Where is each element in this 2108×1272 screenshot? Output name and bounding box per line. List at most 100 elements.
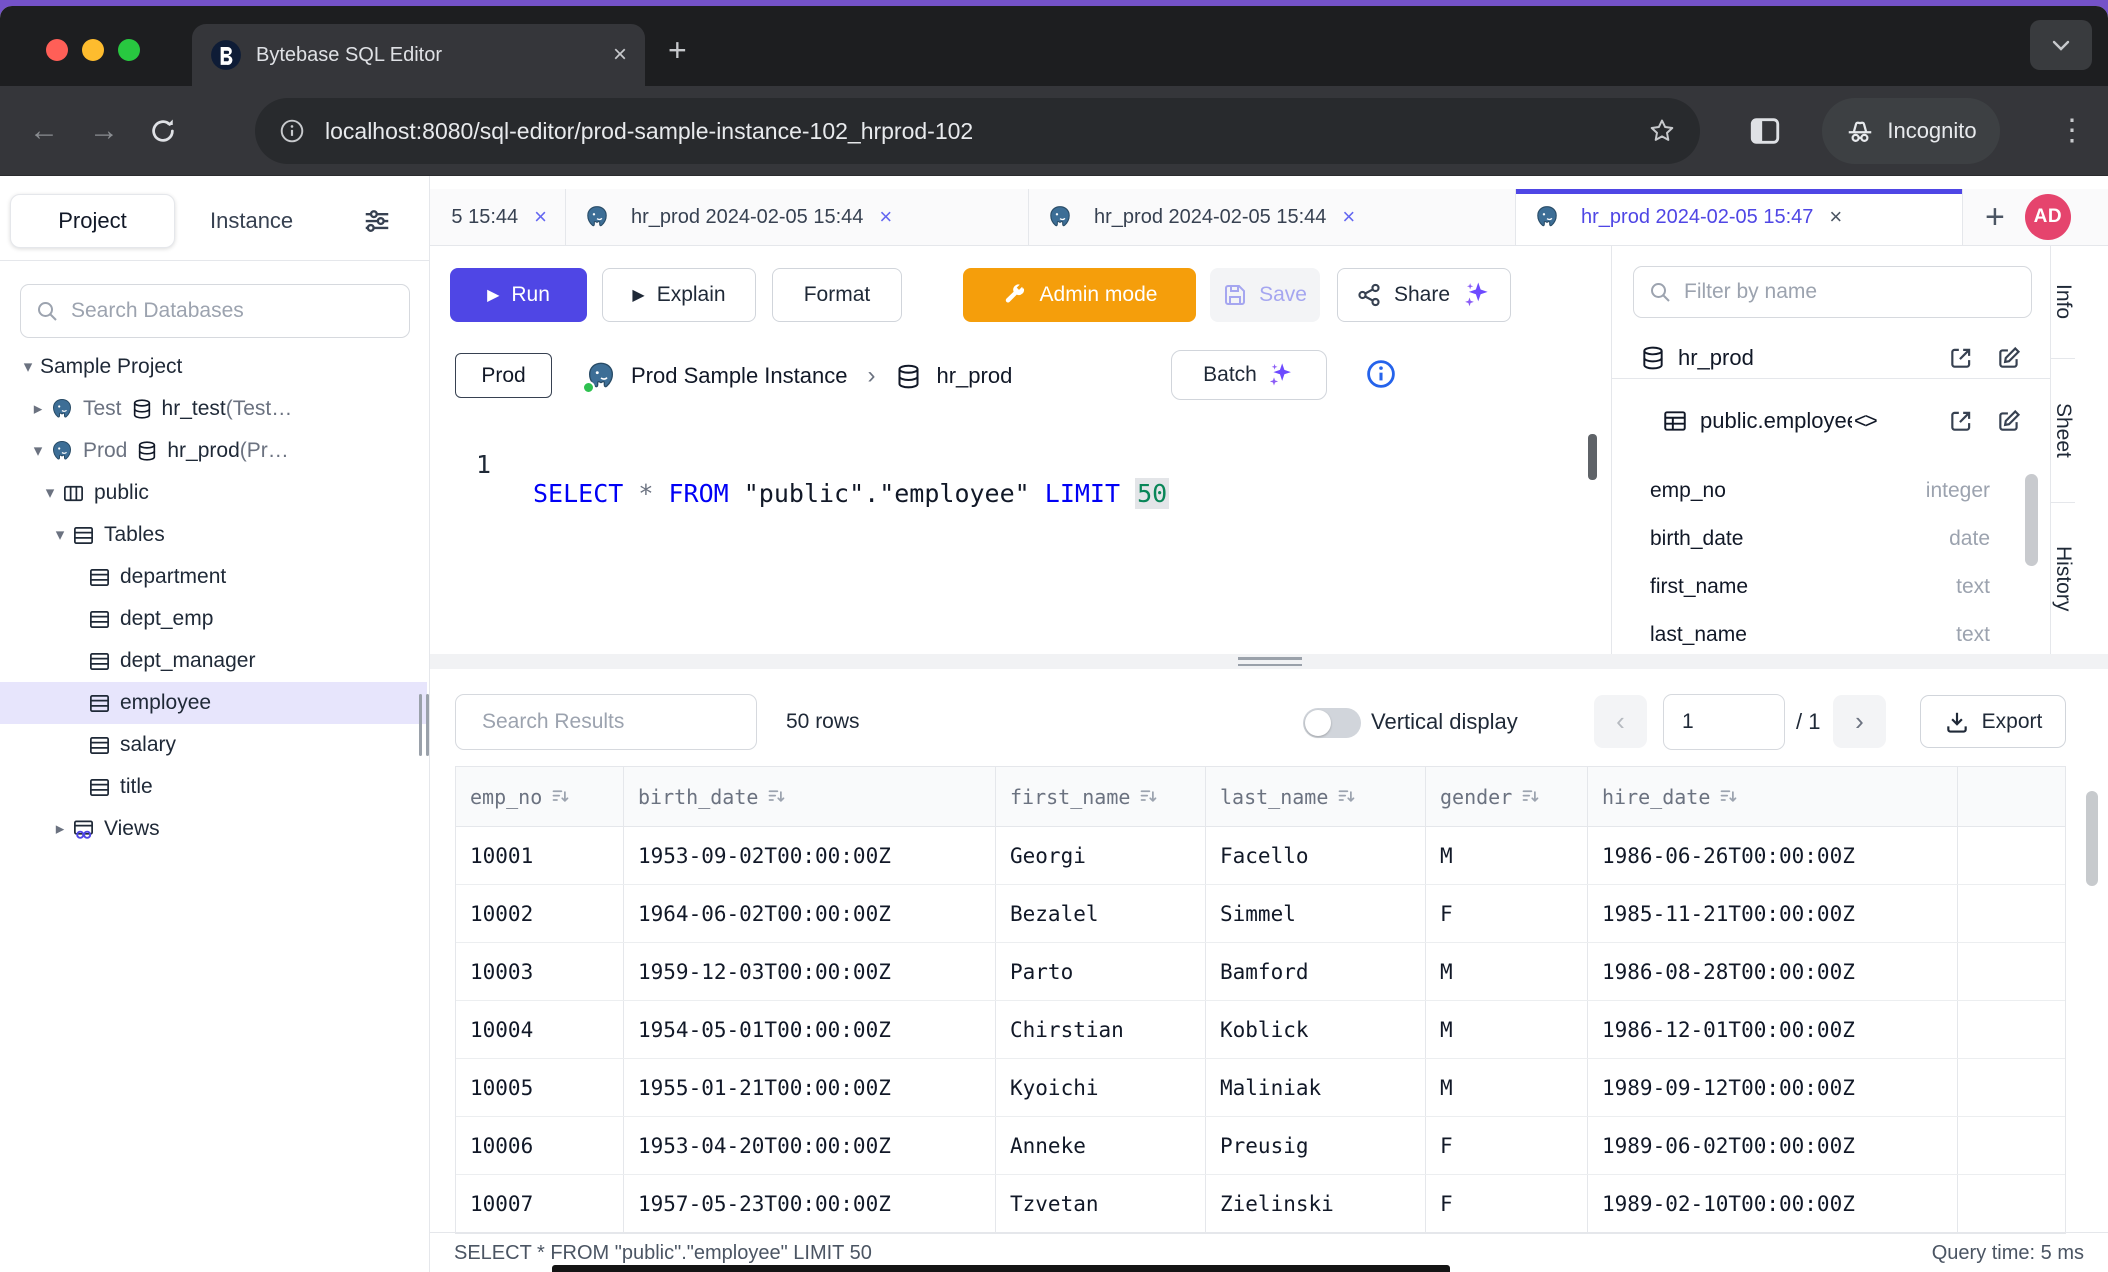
- site-info-icon[interactable]: [279, 118, 305, 144]
- external-link-icon[interactable]: [1948, 345, 1974, 371]
- tree-item-public[interactable]: ▾public: [0, 472, 427, 514]
- tab-search-button[interactable]: [2030, 20, 2092, 70]
- tree-item-department[interactable]: department: [0, 556, 427, 598]
- browser-tab[interactable]: Bytebase SQL Editor ×: [192, 24, 645, 86]
- tab-sheet[interactable]: Sheet: [2051, 359, 2075, 503]
- url-bar[interactable]: localhost:8080/sql-editor/prod-sample-in…: [255, 98, 1700, 164]
- tree-item-dept-manager[interactable]: dept_manager: [0, 640, 427, 682]
- run-button[interactable]: ▶Run: [450, 268, 587, 322]
- explain-button[interactable]: ▶Explain: [602, 268, 756, 322]
- admin-mode-button[interactable]: Admin mode: [963, 268, 1196, 322]
- info-icon[interactable]: [1365, 358, 1397, 390]
- new-tab-button[interactable]: +: [668, 34, 687, 66]
- editor-tab-4[interactable]: hr_prod 2024-02-05 15:47×: [1516, 189, 1963, 245]
- schema-database-row[interactable]: hr_prod: [1612, 332, 2050, 384]
- tree-item-tables[interactable]: ▾Tables: [0, 514, 427, 556]
- code-editor[interactable]: 1 SELECT * FROM "public"."employee" LIMI…: [430, 421, 1611, 537]
- tree-item-dept-emp[interactable]: dept_emp: [0, 598, 427, 640]
- tree-item-title[interactable]: title: [0, 766, 427, 808]
- new-sheet-button[interactable]: +: [1985, 200, 2005, 234]
- schema-table-row[interactable]: public.employee <>: [1612, 395, 2050, 447]
- search-results-input[interactable]: [482, 710, 753, 734]
- caret-down-icon[interactable]: ▾: [16, 357, 40, 377]
- caret-down-icon[interactable]: ▾: [26, 441, 50, 461]
- split-divider[interactable]: [430, 654, 2108, 669]
- column-row-first_name[interactable]: first_nametext: [1612, 563, 2050, 611]
- external-link-icon[interactable]: [1948, 408, 1974, 434]
- tab-history[interactable]: History: [2051, 503, 2075, 655]
- editor-tab-1[interactable]: 5 15:44×: [430, 189, 566, 245]
- tab-instance[interactable]: Instance: [196, 194, 307, 248]
- caret-down-icon[interactable]: ▾: [48, 525, 72, 545]
- tree-item-employee[interactable]: employee: [0, 682, 427, 724]
- schema-filter[interactable]: [1633, 266, 2032, 318]
- tree-item-hr-prod[interactable]: ▾Prodhr_prod (Pr…: [0, 430, 427, 472]
- filter-by-name-input[interactable]: [1684, 280, 2017, 304]
- window-zoom-button[interactable]: [118, 39, 140, 61]
- back-button[interactable]: ←: [14, 114, 74, 148]
- close-icon[interactable]: ×: [1829, 204, 1842, 230]
- share-button[interactable]: Share: [1337, 268, 1511, 322]
- breadcrumb: Prod Sample Instance › hr_prod: [585, 350, 1012, 402]
- column-row-emp_no[interactable]: emp_nointeger: [1612, 467, 2050, 515]
- column-header-label: emp_no: [470, 785, 542, 809]
- wrench-icon: [1002, 282, 1028, 308]
- results-scrollbar[interactable]: [2086, 791, 2098, 886]
- search-databases-input[interactable]: [71, 299, 395, 323]
- column-header-gender[interactable]: gender: [1425, 767, 1587, 827]
- avatar[interactable]: AD: [2025, 194, 2071, 240]
- format-button[interactable]: Format: [772, 268, 902, 322]
- column-header-birth_date[interactable]: birth_date: [623, 767, 995, 827]
- environment-label: Test: [83, 397, 122, 421]
- export-button[interactable]: Export: [1920, 695, 2066, 748]
- column-header-label: hire_date: [1602, 785, 1710, 809]
- editor-tab-2[interactable]: hr_prod 2024-02-05 15:44×: [566, 189, 1029, 245]
- tree-item-views[interactable]: ▸Views: [0, 808, 427, 850]
- caret-right-icon[interactable]: ▸: [48, 819, 72, 839]
- column-row-last_name[interactable]: last_nametext: [1612, 611, 2050, 654]
- editor-tab-3[interactable]: hr_prod 2024-02-05 15:44×: [1029, 189, 1516, 245]
- prev-page-button[interactable]: ‹: [1594, 695, 1647, 748]
- column-header-hire_date[interactable]: hire_date: [1587, 767, 1957, 827]
- table-cell: Preusig: [1205, 1117, 1425, 1174]
- drag-handle-icon[interactable]: [1238, 657, 1302, 666]
- tab-project[interactable]: Project: [10, 194, 175, 248]
- database-search[interactable]: [20, 284, 410, 338]
- caret-right-icon[interactable]: ▸: [26, 399, 50, 419]
- edit-icon[interactable]: [1996, 345, 2022, 371]
- close-icon[interactable]: ×: [534, 204, 547, 230]
- caret-down-icon[interactable]: ▾: [38, 483, 62, 503]
- close-icon[interactable]: ×: [879, 204, 892, 230]
- browser-menu-button[interactable]: ⋮: [2052, 100, 2092, 162]
- tab-info[interactable]: Info: [2051, 246, 2075, 359]
- tree-item-salary[interactable]: salary: [0, 724, 427, 766]
- column-header-last_name[interactable]: last_name: [1205, 767, 1425, 827]
- reload-button[interactable]: [148, 116, 178, 146]
- side-panel-icon[interactable]: [1748, 114, 1782, 148]
- window-minimize-button[interactable]: [82, 39, 104, 61]
- forward-button[interactable]: →: [74, 114, 134, 148]
- bookmark-star-icon[interactable]: [1648, 117, 1676, 145]
- window-close-button[interactable]: [46, 39, 68, 61]
- edit-icon[interactable]: [1996, 408, 2022, 434]
- editor-scrollbar[interactable]: [1588, 434, 1597, 480]
- filter-settings-icon[interactable]: [362, 206, 392, 236]
- batch-button[interactable]: Batch: [1171, 350, 1327, 400]
- tree-item-hr-test[interactable]: ▸Testhr_test (Test…: [0, 388, 427, 430]
- table-cell: 1986-06-26T00:00:00Z: [1587, 827, 1957, 884]
- next-page-button[interactable]: ›: [1833, 695, 1886, 748]
- save-button[interactable]: Save: [1210, 268, 1320, 322]
- column-header-emp_no[interactable]: emp_no: [456, 767, 623, 827]
- results-search[interactable]: [455, 694, 757, 750]
- column-row-birth_date[interactable]: birth_datedate: [1612, 515, 2050, 563]
- table-cell: F: [1425, 885, 1587, 942]
- schema-scrollbar[interactable]: [2025, 474, 2038, 566]
- view-code-icon[interactable]: <>: [1854, 408, 1876, 434]
- tree-item-sample-project[interactable]: ▾Sample Project: [0, 346, 427, 388]
- page-number-input[interactable]: [1663, 694, 1785, 750]
- close-icon[interactable]: ×: [613, 41, 627, 69]
- ai-sparkle-icon[interactable]: [1462, 280, 1492, 310]
- vertical-display-toggle[interactable]: [1303, 708, 1361, 738]
- close-icon[interactable]: ×: [1342, 204, 1355, 230]
- column-header-first_name[interactable]: first_name: [995, 767, 1205, 827]
